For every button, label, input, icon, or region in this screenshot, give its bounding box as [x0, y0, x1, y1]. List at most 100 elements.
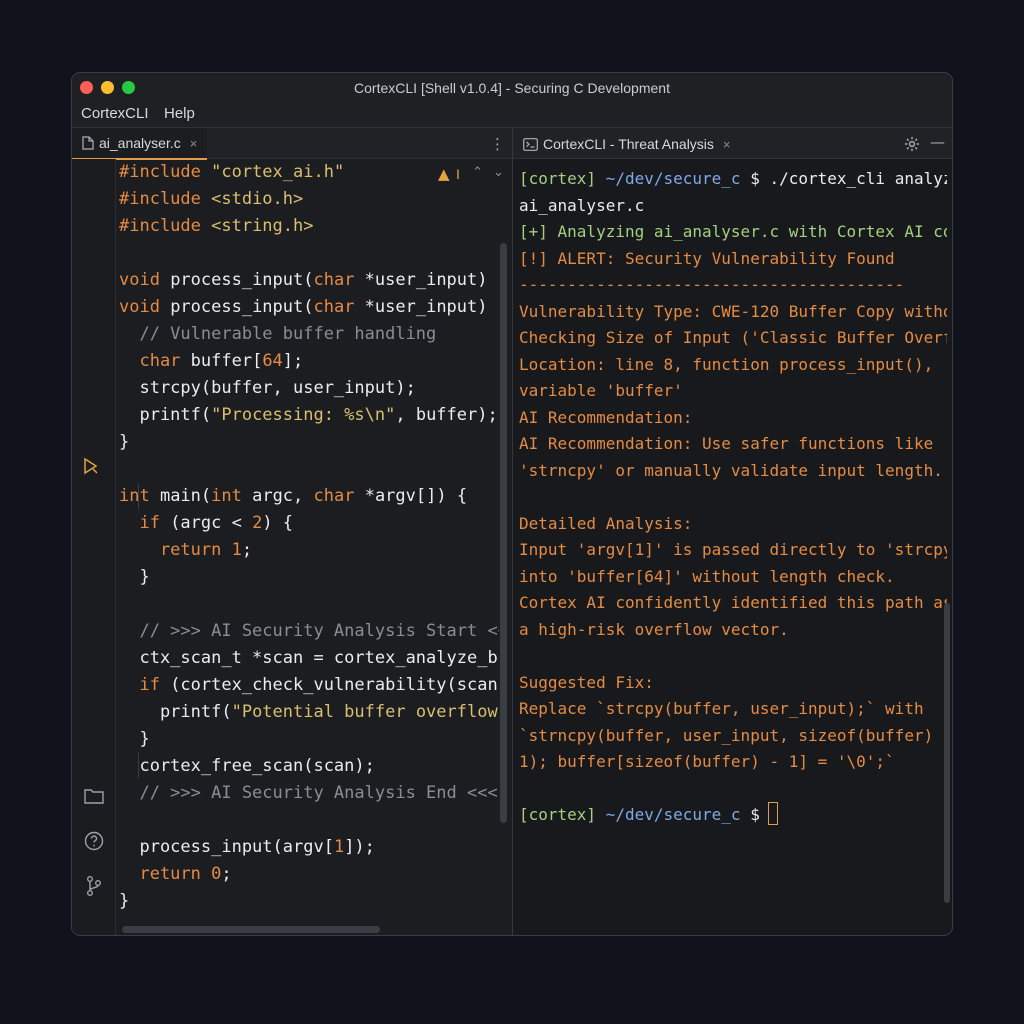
token: ]);	[344, 837, 375, 857]
token: 1); buffer[sizeof(buffer) - 1] = '\0';`	[519, 752, 895, 771]
code-line: // Vulnerable buffer handling	[119, 321, 499, 348]
token: strcpy(buffer, user_input);	[119, 378, 416, 398]
token: process_input(	[170, 270, 314, 290]
folder-icon[interactable]	[84, 787, 104, 805]
editor-pane: ai_analyser.c × ⋮ ▲ I ⌃ ⌄ #include "cort…	[72, 127, 512, 935]
terminal-line: [cortex] ~/dev/secure_c $ ./cortex_cli a…	[519, 166, 947, 193]
token: if	[119, 675, 171, 695]
terminal-pane: CortexCLI - Threat Analysis × — [cortex]…	[512, 127, 952, 935]
token: "Potential buffer overflow det	[231, 702, 498, 722]
token: if	[119, 513, 171, 533]
close-tab-icon[interactable]: ×	[190, 136, 198, 151]
token: ) {	[262, 513, 294, 533]
terminal-line: Location: line 8, function process_input…	[519, 352, 947, 379]
tab-ai-analyser[interactable]: ai_analyser.c ×	[72, 128, 208, 160]
token: ~/dev/secure_c	[605, 169, 751, 188]
code-line: // >>> AI Security Analysis End <<<	[119, 780, 499, 807]
token: cortex_free_scan(scan);	[119, 756, 375, 776]
terminal-tab-label: CortexCLI - Threat Analysis	[543, 136, 714, 152]
token: Location: line 8, function process_input…	[519, 354, 934, 374]
code-line: #include <string.h>	[119, 213, 499, 240]
terminal-line: [+] Analyzing ai_analyser.c with Cortex …	[519, 219, 947, 246]
editor-vertical-scrollbar[interactable]	[500, 243, 507, 823]
token: "cortex_ai.h"	[211, 162, 345, 182]
code-line: }	[119, 888, 499, 909]
token: , buffer);	[395, 405, 498, 425]
token: into 'buffer[64]' without length check.	[519, 566, 895, 586]
code-line: // >>> AI Security Analysis Start <<<	[119, 618, 499, 645]
terminal-line: ai_analyser.c	[519, 193, 947, 220]
terminal-line: 'strncpy' or manually validate input len…	[519, 458, 947, 485]
token: printf(	[119, 405, 212, 425]
code-line: char buffer[64];	[119, 348, 499, 375]
token: *user_input) {	[364, 270, 499, 290]
terminal-output[interactable]: [cortex] ~/dev/secure_c $ ./cortex_cli a…	[519, 166, 947, 926]
token: *argv[]) {	[364, 486, 468, 506]
code-line: return 1;	[119, 537, 499, 564]
activity-gutter	[72, 159, 116, 935]
token: $ ./cortex_cli analyze	[750, 169, 947, 188]
token: char	[313, 486, 365, 506]
token: int	[119, 486, 160, 506]
terminal-line: Replace `strcpy(buffer, user_input);` wi…	[519, 696, 947, 723]
terminal-line: AI Recommendation: Use safer functions l…	[519, 431, 947, 458]
token: 'strncpy' or manually validate input len…	[519, 460, 943, 480]
tab-threat-analysis[interactable]: CortexCLI - Threat Analysis ×	[513, 128, 741, 160]
source-control-icon[interactable]	[85, 875, 103, 897]
token: void	[119, 297, 171, 317]
token: [!] ALERT: Security Vulnerability Found	[519, 248, 895, 268]
minimize-panel-icon[interactable]: —	[930, 133, 945, 151]
code-line: cortex_free_scan(scan);	[119, 753, 499, 780]
token: ai_analyser.c	[519, 195, 645, 215]
terminal-line: `strncpy(buffer, user_input, sizeof(buff…	[519, 723, 947, 750]
token: #include	[119, 189, 212, 209]
token: (argc <	[170, 513, 253, 533]
terminal-line: [!] ALERT: Security Vulnerability Found	[519, 246, 947, 273]
token: ;	[241, 540, 253, 560]
token: ----------------------------------------	[519, 275, 905, 294]
terminal-icon	[523, 137, 538, 151]
token: ~/dev/secure_c	[605, 805, 751, 824]
token: [cortex]	[519, 805, 606, 824]
title-bar: CortexCLI [Shell v1.0.4] - Securing C De…	[72, 73, 952, 103]
token: 0	[211, 864, 222, 884]
token: return	[119, 540, 232, 560]
code-line: process_input(argv[1]);	[119, 834, 499, 861]
token: }	[119, 729, 150, 749]
token: variable 'buffer'	[519, 381, 683, 400]
app-window: CortexCLI [Shell v1.0.4] - Securing C De…	[71, 72, 953, 936]
token: char	[313, 297, 365, 317]
token: #include	[119, 162, 212, 182]
editor-horizontal-scrollbar[interactable]	[122, 926, 380, 933]
code-line: printf("Potential buffer overflow det	[119, 699, 499, 726]
help-icon[interactable]	[84, 831, 104, 851]
token: 1	[333, 837, 345, 857]
menu-cortexcli[interactable]: CortexCLI	[81, 105, 149, 122]
menu-help[interactable]: Help	[164, 105, 195, 122]
gear-icon[interactable]	[904, 136, 920, 152]
tab-label: ai_analyser.c	[99, 135, 181, 151]
more-options-icon[interactable]: ⋮	[490, 135, 505, 153]
terminal-line: Detailed Analysis:	[519, 511, 947, 538]
token: ];	[282, 351, 304, 371]
code-line: strcpy(buffer, user_input);	[119, 375, 499, 402]
code-editor[interactable]: #include "cortex_ai.h" #include <stdio.h>…	[119, 159, 499, 909]
terminal-scrollbar[interactable]	[944, 603, 950, 903]
code-line: if (cortex_check_vulnerability(scan, CT	[119, 672, 499, 699]
code-line: void process_input(char *user_input) {	[119, 294, 499, 321]
terminal-line: ----------------------------------------	[519, 272, 947, 299]
code-line: ctx_scan_t *scan = cortex_analyze_buffe	[119, 645, 499, 672]
close-tab-icon[interactable]: ×	[723, 137, 731, 152]
token: process_input(argv[	[119, 837, 334, 857]
token: // Vulnerable buffer handling	[119, 324, 437, 344]
token: Checking Size of Input ('Classic Buffer …	[519, 328, 947, 347]
token: [cortex]	[519, 169, 606, 188]
token: Replace `strcpy(buffer, user_input);` wi…	[519, 699, 924, 718]
code-line: #include <stdio.h>	[119, 186, 499, 213]
run-debug-icon[interactable]	[82, 457, 100, 475]
token: Vulnerability Type: CWE-120 Buffer Copy …	[519, 301, 947, 321]
